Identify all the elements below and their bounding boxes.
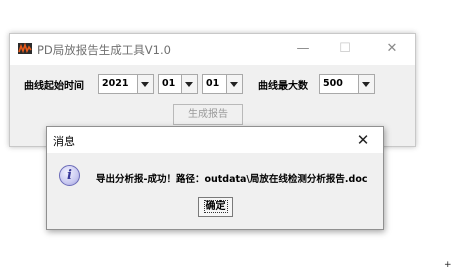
title-bar[interactable]: PD局放报告生成工具V1.0 — ☐ ✕: [10, 34, 415, 65]
year-value: 2021: [102, 78, 129, 89]
max-count-label: 曲线最大数: [258, 81, 308, 92]
year-select[interactable]: 2021: [98, 74, 154, 94]
chevron-down-icon[interactable]: [358, 75, 374, 93]
generate-report-button[interactable]: 生成报告: [173, 104, 243, 125]
dialog-title-bar[interactable]: 消息 ✕: [47, 127, 383, 153]
month-select[interactable]: 01: [158, 74, 198, 94]
app-waveform-icon: [18, 43, 32, 54]
ok-button-label: 确定: [203, 200, 228, 213]
corner-mark: +: [444, 260, 452, 270]
dialog-title: 消息: [53, 135, 75, 148]
dialog-message: 导出分析报-成功！路径：outdata\局放在线检测分析报告.doc: [96, 174, 368, 185]
start-time-label: 曲线起始时间: [24, 81, 84, 92]
info-icon: i: [59, 165, 80, 186]
dialog-close-button[interactable]: ✕: [350, 130, 376, 150]
chevron-down-icon[interactable]: [137, 75, 153, 93]
close-button[interactable]: ✕: [377, 36, 407, 62]
ok-button[interactable]: 确定: [198, 197, 233, 217]
month-value: 01: [162, 78, 176, 89]
day-value: 01: [206, 78, 220, 89]
max-count-value: 500: [323, 78, 343, 89]
minimize-button[interactable]: —: [288, 36, 318, 62]
window-title: PD局放报告生成工具V1.0: [37, 43, 171, 57]
chevron-down-icon[interactable]: [226, 75, 242, 93]
maximize-button[interactable]: ☐: [330, 36, 360, 62]
day-select[interactable]: 01: [202, 74, 243, 94]
max-count-select[interactable]: 500: [319, 74, 375, 94]
message-dialog: 消息 ✕ i 导出分析报-成功！路径：outdata\局放在线检测分析报告.do…: [46, 126, 384, 230]
chevron-down-icon[interactable]: [181, 75, 197, 93]
